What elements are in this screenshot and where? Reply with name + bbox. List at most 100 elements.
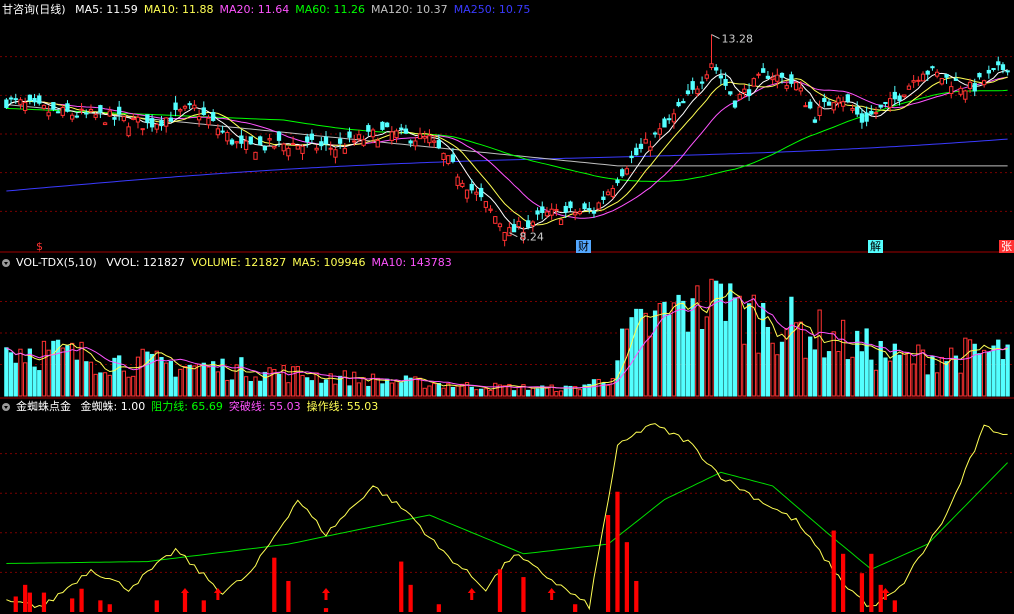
spider-bar xyxy=(286,580,291,612)
spider-bar xyxy=(13,596,18,612)
candle xyxy=(925,70,930,75)
volume-indicator: MA5: 109946 xyxy=(292,256,366,269)
candle xyxy=(225,132,230,142)
candle xyxy=(704,74,709,79)
candle xyxy=(793,82,799,91)
candle xyxy=(685,90,691,95)
volume-bar xyxy=(112,357,117,397)
volume-bar xyxy=(826,351,832,397)
event-marker-finance[interactable]: 财 xyxy=(576,240,591,253)
candle xyxy=(643,138,648,144)
volume-bar xyxy=(986,351,991,397)
candle xyxy=(601,196,606,200)
volume-bar xyxy=(225,379,230,397)
candle xyxy=(70,114,75,120)
event-marker-dividend[interactable]: $ xyxy=(34,240,45,253)
candle xyxy=(173,102,178,110)
volume-bar xyxy=(93,373,98,397)
candle xyxy=(1005,70,1010,73)
spider-bar xyxy=(323,608,329,612)
buy-arrow-icon xyxy=(467,588,476,600)
volume-indicator: VOLUME: 121827 xyxy=(191,256,287,269)
volume-bar xyxy=(192,365,197,397)
volume-bar xyxy=(840,319,846,397)
candle xyxy=(775,74,780,82)
candle xyxy=(281,143,286,152)
candle xyxy=(502,231,507,241)
volume-bar xyxy=(356,382,362,397)
volume-bar xyxy=(831,331,836,397)
volume-bar xyxy=(577,389,583,397)
volume-bar xyxy=(478,388,484,397)
volume-bar xyxy=(394,380,399,397)
high-pointer xyxy=(711,34,720,39)
candle xyxy=(319,141,324,147)
volume-bar xyxy=(902,351,907,397)
volume-bar xyxy=(215,371,221,397)
candle xyxy=(342,148,347,154)
volume-title[interactable]: VOL-TDX(5,10) xyxy=(16,256,97,269)
collapse-icon[interactable] xyxy=(2,259,10,267)
buy-arrow-icon xyxy=(213,588,222,600)
volume-bar xyxy=(949,347,954,397)
volume-bar xyxy=(314,372,319,397)
candle xyxy=(328,147,333,150)
candle xyxy=(323,136,329,145)
candle xyxy=(558,219,564,225)
candle xyxy=(756,73,761,76)
spider-bar xyxy=(634,580,639,612)
candle xyxy=(84,112,89,115)
candle xyxy=(765,75,771,79)
candle xyxy=(963,90,968,100)
candle xyxy=(822,98,827,103)
candle xyxy=(728,91,733,95)
candle xyxy=(878,104,883,108)
spider-bar xyxy=(859,573,865,612)
volume-bar xyxy=(248,381,253,397)
candle xyxy=(507,227,512,237)
event-marker-limitup[interactable]: 张 xyxy=(999,240,1014,253)
candle xyxy=(361,139,366,146)
spider-bar xyxy=(23,584,28,612)
event-marker-unlock[interactable]: 解 xyxy=(868,240,883,253)
spider-bar xyxy=(79,588,84,612)
collapse-icon[interactable] xyxy=(2,403,10,411)
candle xyxy=(887,98,893,108)
volume-bar xyxy=(234,364,239,397)
spider-bar xyxy=(154,600,159,612)
candle xyxy=(474,191,479,195)
candle xyxy=(60,107,65,116)
candle xyxy=(126,126,131,137)
stock-chart[interactable]: 13.28 8.24 xyxy=(0,0,1014,614)
main-indicator: MA60: 11.26 xyxy=(295,3,365,16)
candle xyxy=(605,191,611,196)
volume-bar xyxy=(963,337,968,397)
volume-bar xyxy=(775,354,780,397)
candle xyxy=(610,187,615,197)
volume-bar xyxy=(403,375,409,397)
main-panel-header: 甘咨询(日线) MA5: 11.59 MA10: 11.88 MA20: 11.64… xyxy=(2,3,542,17)
buy-arrow-icon xyxy=(547,588,556,600)
volume-bar xyxy=(493,382,498,397)
volume-bar xyxy=(196,363,202,397)
candle xyxy=(403,128,409,134)
volume-bar xyxy=(149,353,155,397)
candle xyxy=(131,117,136,120)
main-title[interactable]: 甘咨询(日线) xyxy=(2,3,66,16)
volume-bar xyxy=(450,386,456,397)
volume-bar xyxy=(455,385,460,397)
volume-bar xyxy=(812,349,818,397)
candle xyxy=(986,69,991,74)
candle xyxy=(187,103,192,106)
volume-bar xyxy=(629,317,634,397)
volume-bar xyxy=(742,343,747,397)
volume-bar xyxy=(178,368,183,397)
volume-bar xyxy=(972,343,977,397)
volume-bar xyxy=(981,349,987,397)
volume-bar xyxy=(253,376,258,397)
spider-title[interactable]: 金蜘蛛点金 xyxy=(16,400,71,413)
main-indicator: MA10: 11.88 xyxy=(143,3,214,16)
candle xyxy=(676,101,681,107)
candle xyxy=(897,95,902,102)
volume-bar xyxy=(526,389,531,397)
